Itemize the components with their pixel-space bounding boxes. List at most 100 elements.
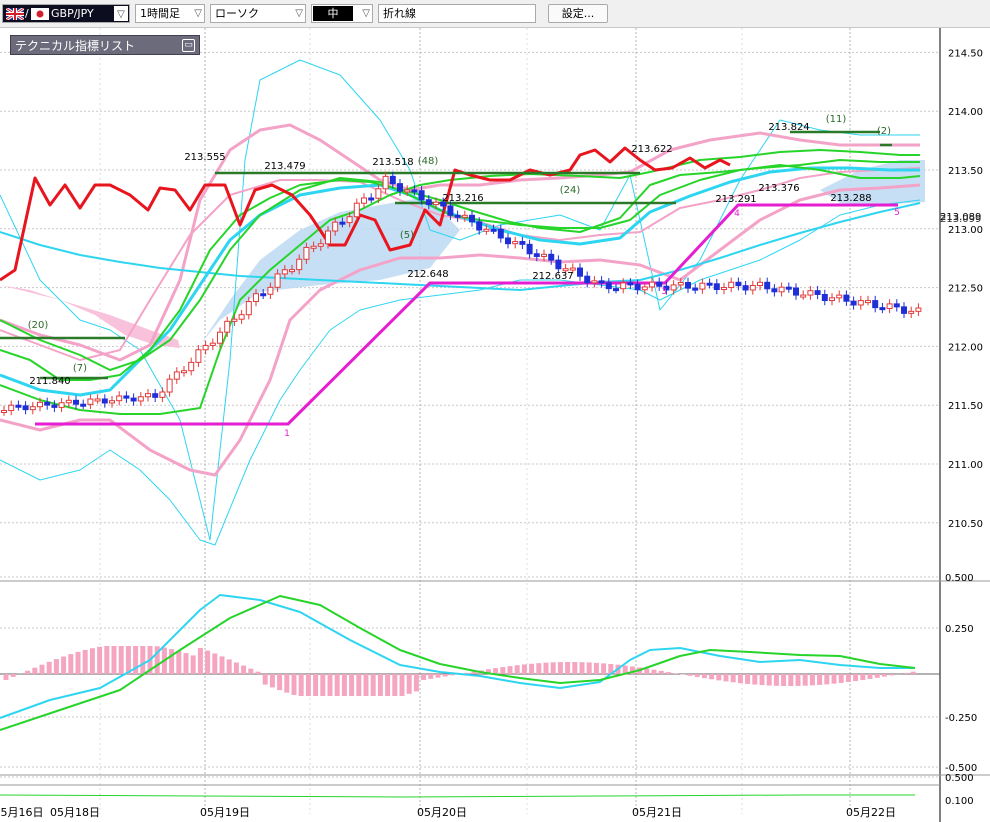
macd-histogram-bar bbox=[824, 674, 830, 685]
candle-down bbox=[577, 267, 583, 277]
candle-up bbox=[721, 286, 727, 291]
color-preset-swatch: 中 bbox=[313, 6, 353, 21]
macd-histogram-bar bbox=[75, 651, 81, 674]
candle-down bbox=[22, 405, 29, 411]
macd-histogram-bar bbox=[212, 653, 218, 674]
candle-up bbox=[195, 349, 202, 363]
candle-up bbox=[670, 284, 677, 291]
period-label: (24) bbox=[560, 185, 581, 196]
candle-up bbox=[641, 286, 648, 291]
color-preset-select[interactable]: 中 ▽ bbox=[311, 4, 373, 23]
indicator-list-panel[interactable]: テクニカル指標リスト ▭ bbox=[10, 35, 200, 55]
macd-histogram-bar bbox=[442, 674, 448, 677]
macd-histogram-bar bbox=[341, 674, 347, 696]
candle-up bbox=[137, 396, 144, 402]
candle-down bbox=[771, 288, 778, 293]
price-annotation: 213.479 bbox=[264, 161, 305, 172]
chart-canvas[interactable]: 214.50 214.00 213.50 213.00 212.50 212.00 211.… bbox=[0, 28, 990, 822]
candle-down bbox=[490, 228, 497, 232]
price-annotation: 212.637 bbox=[532, 271, 573, 282]
macd-histogram-bar bbox=[874, 674, 880, 678]
candle-up bbox=[728, 281, 735, 288]
macd-tick-label: -0.250 bbox=[945, 713, 977, 724]
macd-histogram-bar bbox=[291, 674, 297, 695]
price-annotation: 213.824 bbox=[768, 122, 809, 133]
macd-histogram-bar bbox=[248, 668, 254, 674]
candle-down bbox=[339, 221, 346, 225]
chart-type-select[interactable]: ローソク ▽ bbox=[210, 4, 306, 23]
macd-histogram-bar bbox=[752, 674, 758, 685]
price-annotation: 213.291 bbox=[715, 194, 756, 205]
candle-up bbox=[317, 243, 324, 247]
period-label: (20) bbox=[28, 320, 49, 331]
line-type-field[interactable]: 折れ線 bbox=[378, 4, 536, 23]
price-tick-label: 213.00 bbox=[948, 225, 983, 236]
candle-up bbox=[757, 281, 763, 286]
macd-histogram-bar bbox=[298, 674, 304, 696]
macd-histogram-bar bbox=[680, 674, 686, 675]
macd-histogram-bar bbox=[176, 651, 182, 674]
settings-button[interactable]: 設定... bbox=[548, 4, 608, 23]
macd-histogram-bar bbox=[46, 661, 52, 674]
macd-histogram-bar bbox=[766, 674, 772, 686]
candle-down bbox=[814, 290, 821, 295]
candle-up bbox=[404, 189, 411, 193]
candle-up bbox=[217, 331, 223, 344]
macd-histogram-bar bbox=[233, 662, 239, 674]
candle-down bbox=[505, 237, 511, 245]
candle-up bbox=[188, 361, 195, 372]
candle-down bbox=[548, 253, 555, 261]
candle-down bbox=[692, 287, 699, 291]
macd-histogram-bar bbox=[334, 674, 340, 696]
candle-down bbox=[152, 393, 159, 398]
candle-up bbox=[353, 202, 360, 218]
chevron-down-icon: ▽ bbox=[295, 8, 303, 19]
price-annotation: 211.840 bbox=[29, 376, 70, 387]
price-tick-label: 211.50 bbox=[948, 401, 983, 412]
price-annotation: 213.555 bbox=[184, 152, 225, 163]
macd-histogram-bar bbox=[363, 674, 369, 696]
macd-histogram-bar bbox=[89, 648, 95, 674]
panel-title: テクニカル指標リスト bbox=[15, 39, 136, 53]
candle-down bbox=[605, 282, 612, 290]
candle-down bbox=[526, 243, 533, 255]
candle-up bbox=[915, 307, 922, 312]
price-annotation: 212.648 bbox=[407, 269, 448, 280]
candle-up bbox=[296, 258, 303, 271]
macd-histogram-bar bbox=[39, 664, 45, 674]
candle-up bbox=[461, 214, 468, 218]
macd-histogram-bar bbox=[809, 674, 815, 686]
panel-collapse-icon[interactable]: ▭ bbox=[182, 39, 195, 52]
price-annotation: 213.216 bbox=[442, 193, 483, 204]
macd-histogram-bar bbox=[593, 662, 599, 674]
macd-histogram-bar bbox=[97, 646, 103, 674]
candle-up bbox=[173, 371, 180, 380]
candle-up bbox=[37, 401, 43, 408]
macd-histogram-bar bbox=[82, 649, 88, 674]
candle-down bbox=[893, 303, 900, 308]
candle-down bbox=[44, 401, 51, 406]
macd-histogram-bar bbox=[867, 674, 873, 679]
macd-histogram-bar bbox=[781, 674, 787, 686]
candle-up bbox=[253, 293, 259, 303]
symbol-label: GBP/JPY bbox=[51, 7, 94, 20]
candle-up bbox=[145, 393, 151, 398]
macd-histogram-bar bbox=[399, 674, 405, 696]
macd-histogram-bar bbox=[385, 674, 391, 696]
candle-down bbox=[598, 280, 605, 284]
macd-histogram-bar bbox=[190, 655, 196, 674]
macd-histogram-bar bbox=[709, 674, 715, 680]
symbol-select[interactable]: / GBP/JPY ▽ bbox=[2, 4, 130, 23]
candle-down bbox=[742, 285, 749, 291]
candle-down bbox=[901, 306, 907, 314]
candle-down bbox=[850, 300, 857, 306]
macd-histogram-bar bbox=[802, 674, 808, 686]
macd-histogram-bar bbox=[61, 656, 67, 674]
macd-histogram-bar bbox=[313, 674, 319, 696]
timeframe-select[interactable]: 1時間足 ▽ bbox=[135, 4, 205, 23]
macd-histogram-bar bbox=[183, 653, 189, 674]
candle-up bbox=[569, 267, 576, 271]
macd-histogram-bar bbox=[3, 674, 9, 680]
candle-down bbox=[685, 282, 691, 289]
candle-down bbox=[425, 199, 432, 206]
